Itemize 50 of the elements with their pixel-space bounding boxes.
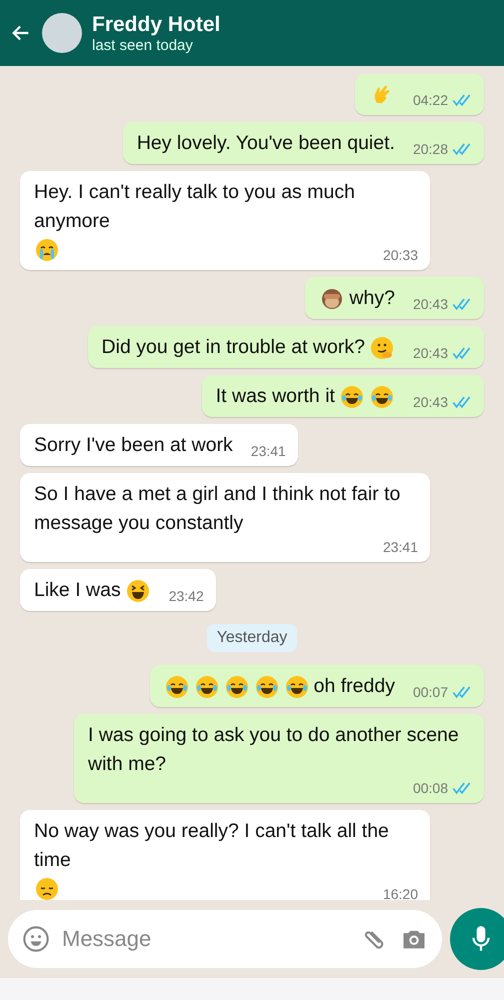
message-text: Sorry I've been at work xyxy=(34,433,233,458)
message-time: 16:20 xyxy=(382,885,418,900)
double-check-icon xyxy=(452,782,472,794)
message-text: Like I was xyxy=(34,578,121,603)
message-time: 23:41 xyxy=(382,538,418,556)
contact-name[interactable]: Freddy Hotel xyxy=(92,12,220,36)
laughing-face-icon xyxy=(164,674,189,698)
laughing-face-icon xyxy=(370,384,394,408)
message-time: 00:07 xyxy=(412,683,448,701)
last-seen-status: last seen today xyxy=(92,36,194,54)
double-check-icon xyxy=(452,298,472,310)
message-text: No way was you really? I can't talk all the time xyxy=(34,819,390,873)
laughing-face-icon xyxy=(126,578,150,602)
monkey-icon xyxy=(320,286,344,310)
message-field[interactable]: Message xyxy=(8,910,442,968)
message-text: Hey lovely. You've been quiet. xyxy=(136,131,395,156)
message-time: 23:42 xyxy=(168,587,204,605)
message-text: So I have a met a girl and I think not fair to message you constantly xyxy=(34,482,402,536)
message-input[interactable]: Message xyxy=(60,925,352,953)
message-text: why? xyxy=(349,286,395,311)
message-text: Hey. I can't really talk to you as much anymore xyxy=(34,180,356,234)
microphone-button[interactable] xyxy=(450,908,504,970)
message-time: 23:41 xyxy=(250,442,286,460)
message-text: Did you get in trouble at work? xyxy=(102,335,365,360)
message-time: 20:43 xyxy=(412,393,448,411)
double-check-icon xyxy=(452,686,472,698)
double-check-icon xyxy=(452,94,472,106)
message-time: 20:43 xyxy=(412,344,448,362)
sad-face-icon xyxy=(35,877,59,900)
double-check-icon xyxy=(452,142,472,156)
avatar[interactable] xyxy=(42,13,82,53)
laughing-face-icon xyxy=(194,674,219,698)
message-text: It was worth it xyxy=(216,384,335,409)
laughing-face-icon xyxy=(224,674,249,698)
message-time: 00:08 xyxy=(412,779,448,797)
double-check-icon xyxy=(452,396,472,408)
smiling-face-icon xyxy=(370,336,394,360)
laughing-face-icon xyxy=(284,674,309,698)
double-check-icon xyxy=(452,346,472,360)
message-time: 04:22 xyxy=(412,91,448,109)
crying-face-icon xyxy=(35,238,59,262)
smiley-icon[interactable] xyxy=(22,925,50,953)
message-time: 20:43 xyxy=(412,295,448,313)
laughing-face-icon xyxy=(340,384,364,408)
message-time: 20:33 xyxy=(382,246,418,264)
message-text: I was going to ask you to do another scene with me? xyxy=(88,723,460,777)
date-label: Yesterday xyxy=(206,624,298,652)
message-text: oh freddy xyxy=(314,674,395,699)
laughing-face-icon xyxy=(254,674,279,698)
message-time: 20:28 xyxy=(412,140,448,158)
